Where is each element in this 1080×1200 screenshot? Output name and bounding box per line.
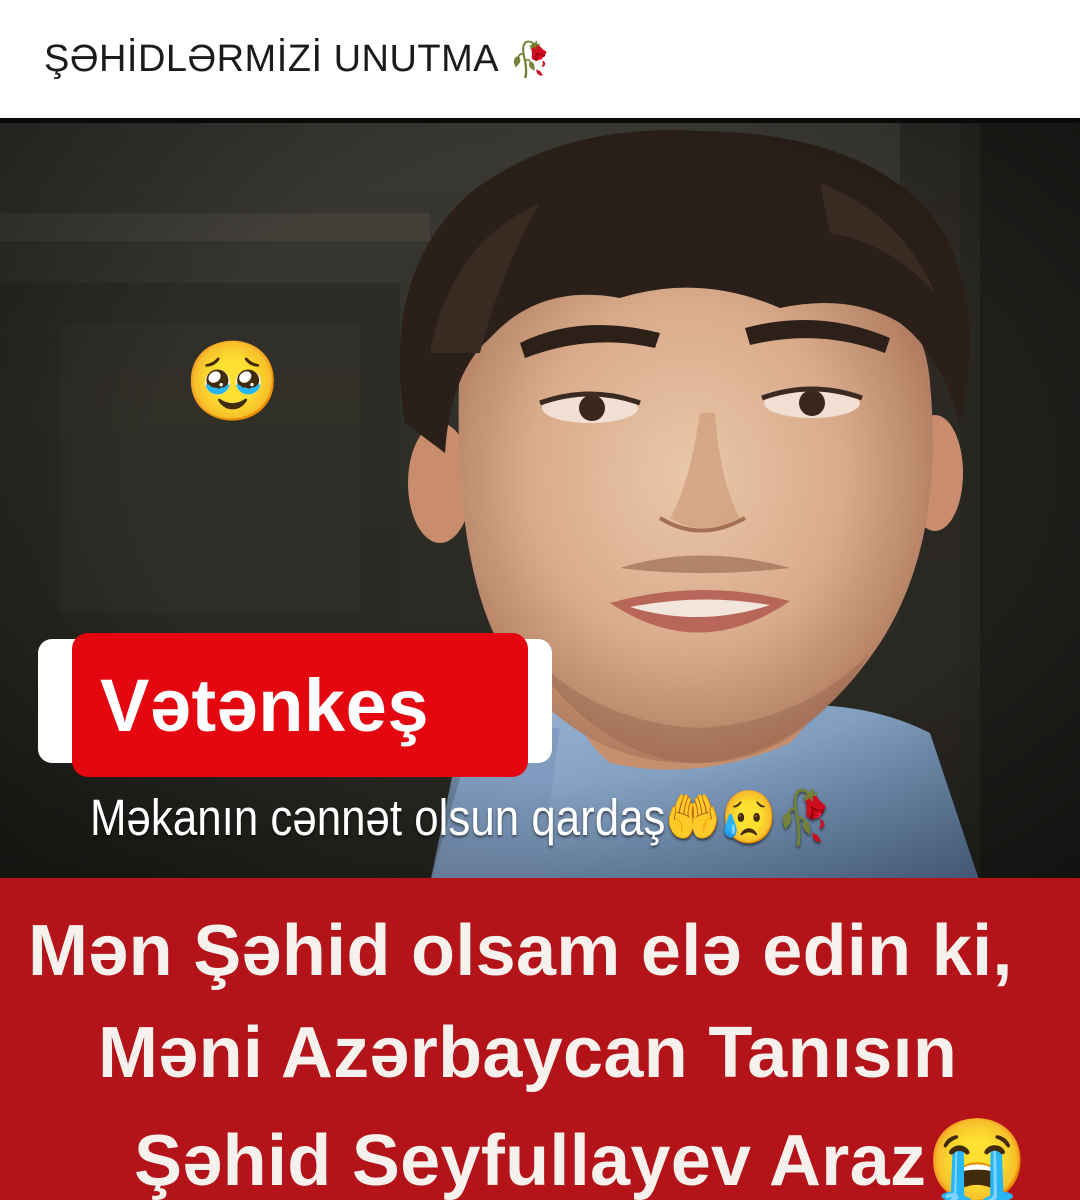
- post-caption: ŞƏHİDLƏRMİZİ UNUTMA 🥀: [44, 38, 552, 81]
- prayer-hands-sad-rose-icon: 🤲😥🥀: [665, 789, 833, 847]
- wilted-rose-icon: 🥀: [509, 41, 552, 79]
- quote-line-3: Şəhid Seyfullayev Araz😭: [134, 1114, 1029, 1200]
- post-header: ŞƏHİDLƏRMİZİ UNUTMA 🥀: [0, 0, 1080, 118]
- pleading-face-emoji-icon: 🥹: [184, 337, 282, 427]
- subtitle-caption: Məkanın cənnət olsun qardaş🤲😥🥀: [90, 787, 832, 848]
- quote-line-2: Məni Azərbaycan Tanısın: [98, 1013, 958, 1093]
- quote-line-1: Mən Şəhid olsam elə edin ki,: [28, 911, 1013, 991]
- name-badge: Vətənkeş: [72, 633, 528, 777]
- badge-text: Vətənkeş: [100, 664, 429, 747]
- post-media[interactable]: 🥹 Vətənkeş Məkanın cənnət olsun qardaş🤲😥…: [0, 118, 1080, 1200]
- quote-line-3-text: Şəhid Seyfullayev Araz: [134, 1121, 927, 1200]
- loudly-crying-face-icon: 😭: [926, 1116, 1029, 1200]
- quote-panel: Mən Şəhid olsam elə edin ki, Məni Azərba…: [0, 878, 1080, 1200]
- subtitle-text: Məkanın cənnət olsun qardaş: [90, 789, 666, 846]
- caption-text: ŞƏHİDLƏRMİZİ UNUTMA: [44, 38, 500, 80]
